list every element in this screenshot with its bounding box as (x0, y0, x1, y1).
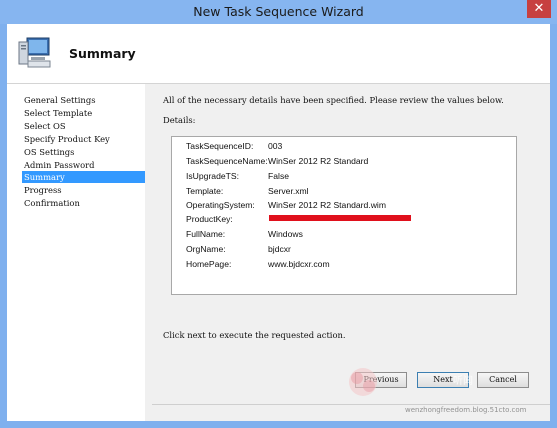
footer-divider (152, 404, 550, 405)
nav-item-select-template[interactable]: Select Template (24, 107, 92, 119)
next-instruction: Click next to execute the requested acti… (163, 330, 346, 340)
detail-key: OperatingSystem: (186, 200, 255, 210)
close-icon[interactable]: ✕ (527, 0, 551, 18)
detail-key: FullName: (186, 229, 226, 239)
details-label: Details: (163, 115, 196, 125)
page-title: Summary (69, 46, 136, 61)
detail-value: www.bjdcxr.com (268, 259, 330, 269)
nav-item-general-settings[interactable]: General Settings (24, 94, 96, 106)
nav-item-specify-product-key[interactable]: Specify Product Key (24, 133, 110, 145)
wizard-steps-sidebar: General Settings Select Template Select … (7, 84, 145, 421)
wizard-client-area: Summary General Settings Select Template… (7, 24, 550, 421)
nav-item-os-settings[interactable]: OS Settings (24, 146, 74, 158)
detail-value: Server.xml (268, 186, 309, 196)
detail-key: HomePage: (186, 259, 232, 269)
nav-item-progress[interactable]: Progress (24, 184, 62, 196)
nav-item-confirmation[interactable]: Confirmation (24, 197, 80, 209)
detail-value: WinSer 2012 R2 Standard (268, 156, 369, 166)
redaction-bar (269, 215, 411, 221)
next-button[interactable]: Next (417, 372, 469, 388)
computer-icon (18, 37, 51, 68)
nav-item-summary[interactable]: Summary (22, 171, 145, 183)
title-bar[interactable]: New Task Sequence Wizard ✕ (0, 0, 557, 24)
detail-key: TaskSequenceName: (186, 156, 268, 166)
detail-key: Template: (186, 186, 224, 196)
detail-key: OrgName: (186, 244, 226, 254)
wizard-window: New Task Sequence Wizard ✕ Summary Gener… (0, 0, 557, 428)
details-box[interactable]: TaskSequenceID: 003 TaskSequenceName: Wi… (171, 136, 517, 295)
wizard-header: Summary (7, 24, 550, 84)
wizard-content: All of the necessary details have been s… (152, 84, 550, 421)
summary-message: All of the necessary details have been s… (163, 95, 504, 105)
detail-key: ProductKey: (186, 214, 233, 224)
detail-value: bjdcxr (268, 244, 291, 254)
nav-item-admin-password[interactable]: Admin Password (24, 159, 95, 171)
nav-item-select-os[interactable]: Select OS (24, 120, 66, 132)
detail-value: 003 (268, 141, 283, 151)
cancel-button[interactable]: Cancel (477, 372, 529, 388)
detail-key: TaskSequenceID: (186, 141, 254, 151)
detail-key: IsUpgradeTS: (186, 171, 240, 181)
detail-value: WinSer 2012 R2 Standard.wim (268, 200, 386, 210)
window-title: New Task Sequence Wizard (193, 4, 364, 19)
detail-value: False (268, 171, 290, 181)
previous-button[interactable]: Previous (355, 372, 407, 388)
detail-value: Windows (268, 229, 303, 239)
